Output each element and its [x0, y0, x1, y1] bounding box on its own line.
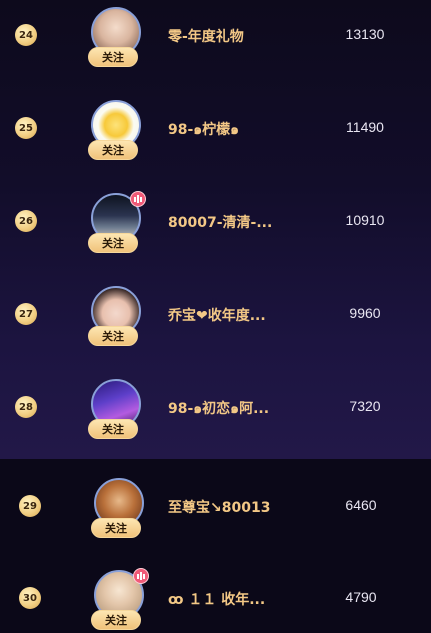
ranking-row[interactable]: 28 关注 98-๑初恋๑阿... 7320 [0, 372, 431, 464]
score-value: 4790 [345, 589, 377, 605]
avatar-group: 关注 [88, 7, 144, 69]
live-bars-icon [133, 568, 149, 584]
score-value: 7320 [349, 398, 381, 414]
avatar-group: 关注 [91, 478, 147, 540]
avatar-group: 关注 [88, 100, 144, 162]
avatar-group: 关注 [88, 286, 144, 348]
user-name[interactable]: 80007-清清-... [168, 212, 272, 232]
live-bars-icon [130, 191, 146, 207]
rank-badge: 28 [15, 396, 37, 418]
follow-button[interactable]: 关注 [88, 419, 138, 439]
user-name[interactable]: 98-๑柠檬๑ [168, 119, 239, 141]
score-value: 6460 [345, 497, 377, 513]
user-name[interactable]: 98-๑初恋๑阿... [168, 398, 269, 420]
rank-badge: 24 [15, 24, 37, 46]
ranking-row[interactable]: 25 关注 98-๑柠檬๑ 11490 [0, 93, 431, 185]
ranking-row[interactable]: 24 关注 零-年度礼物 13130 [0, 0, 431, 92]
follow-button[interactable]: 关注 [88, 233, 138, 253]
rank-badge: 26 [15, 210, 37, 232]
rank-badge: 25 [15, 117, 37, 139]
ranking-row[interactable]: 30 关注 ꝏ １１ 收年... 4790 [0, 556, 431, 633]
score-value: 13130 [345, 26, 385, 42]
avatar-group: 关注 [88, 379, 144, 441]
user-name[interactable]: 乔宝❤收年度... [168, 305, 266, 325]
follow-button[interactable]: 关注 [91, 518, 141, 538]
rank-badge: 30 [19, 587, 41, 609]
score-value: 10910 [345, 212, 385, 228]
user-name[interactable]: ꝏ １１ 收年... [168, 589, 265, 609]
score-value: 9960 [349, 305, 381, 321]
avatar-group: 关注 [88, 191, 146, 255]
ranking-row[interactable]: 27 关注 乔宝❤收年度... 9960 [0, 279, 431, 371]
user-name[interactable]: 至尊宝↘80013 [168, 497, 270, 517]
rank-badge: 29 [19, 495, 41, 517]
follow-button[interactable]: 关注 [88, 326, 138, 346]
user-name[interactable]: 零-年度礼物 [168, 26, 244, 46]
follow-button[interactable]: 关注 [91, 610, 141, 630]
follow-button[interactable]: 关注 [88, 140, 138, 160]
rank-badge: 27 [15, 303, 37, 325]
ranking-row[interactable]: 29 关注 至尊宝↘80013 6460 [0, 464, 431, 556]
score-value: 11490 [346, 119, 384, 135]
ranking-row[interactable]: 26 关注 80007-清清-... 10910 [0, 186, 431, 278]
follow-button[interactable]: 关注 [88, 47, 138, 67]
avatar-group: 关注 [91, 568, 149, 632]
